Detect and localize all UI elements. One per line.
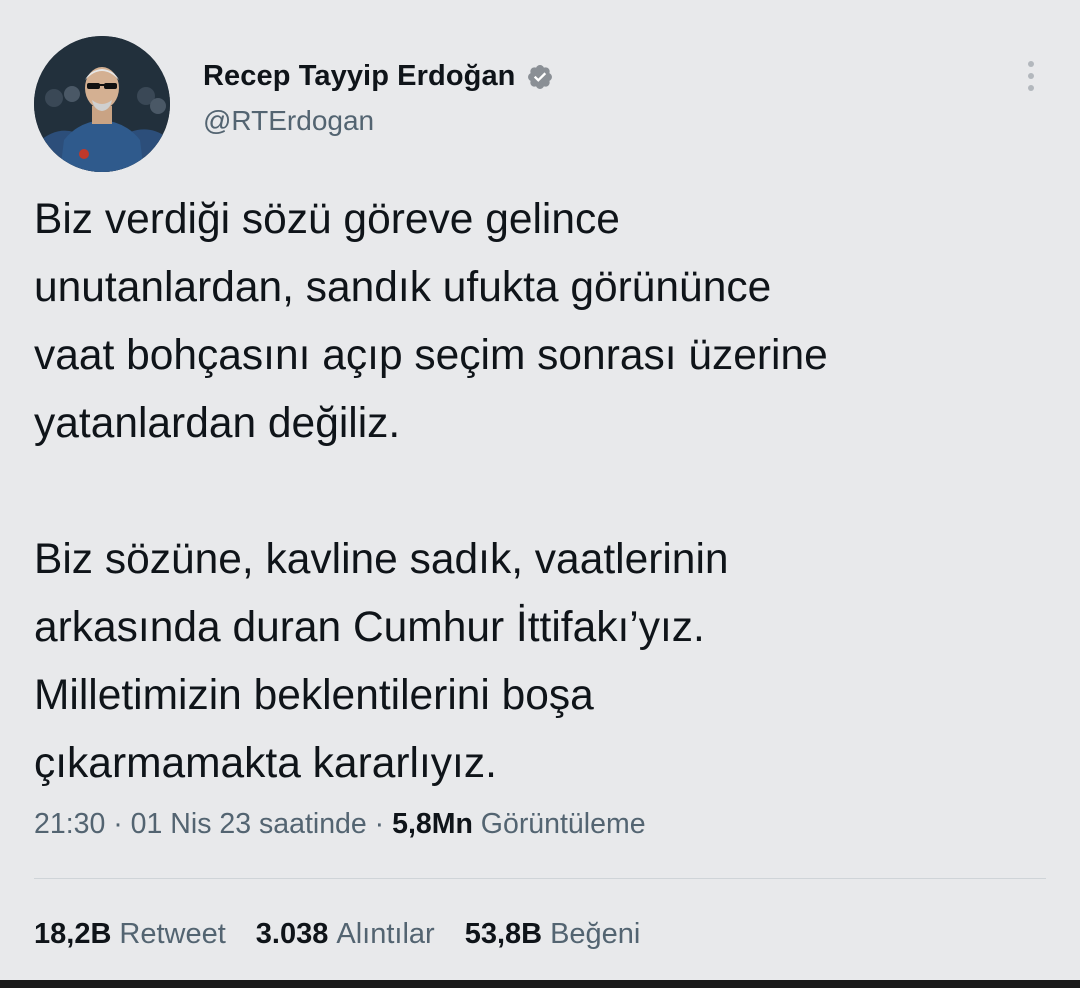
tweet-meta: 21:30 · 01 Nis 23 saatinde · 5,8Mn Görün…: [34, 808, 646, 841]
author-handle[interactable]: @RTErdogan: [203, 105, 374, 137]
quotes-stat[interactable]: 3.038 Alıntılar: [256, 918, 435, 951]
likes-count: 53,8B: [464, 918, 543, 950]
divider: [34, 878, 1046, 879]
tweet-time[interactable]: 21:30: [34, 808, 105, 840]
views-count: 5,8Mn: [392, 808, 473, 840]
retweets-label: Retweet: [119, 918, 226, 950]
author-display-name[interactable]: Recep Tayyip Erdoğan: [203, 60, 516, 93]
quotes-count: 3.038: [255, 918, 329, 950]
meta-separator: ·: [113, 808, 123, 840]
retweets-stat[interactable]: 18,2B Retweet: [34, 918, 226, 951]
verified-badge-icon: [527, 64, 552, 89]
bottom-edge: [0, 980, 1080, 988]
likes-label: Beğeni: [550, 918, 641, 950]
engagement-stats: 18,2B Retweet 3.038 Alıntılar 53,8B Beğeni: [34, 918, 640, 951]
views-label: Görüntüleme: [480, 808, 646, 840]
author-name-row: Recep Tayyip Erdoğan: [203, 60, 554, 93]
tweet-date[interactable]: 01 Nis 23 saatinde: [131, 808, 367, 840]
avatar[interactable]: [34, 36, 170, 172]
retweets-count: 18,2B: [34, 918, 112, 950]
tweet-card: Recep Tayyip Erdoğan @RTErdogan Biz verd…: [0, 0, 1080, 988]
more-options-icon[interactable]: [1016, 56, 1046, 96]
tweet-text: Biz verdiği sözü göreve gelince unutanla…: [34, 196, 828, 787]
quotes-label: Alıntılar: [336, 918, 435, 950]
likes-stat[interactable]: 53,8B Beğeni: [465, 918, 641, 951]
meta-separator: ·: [374, 808, 385, 840]
